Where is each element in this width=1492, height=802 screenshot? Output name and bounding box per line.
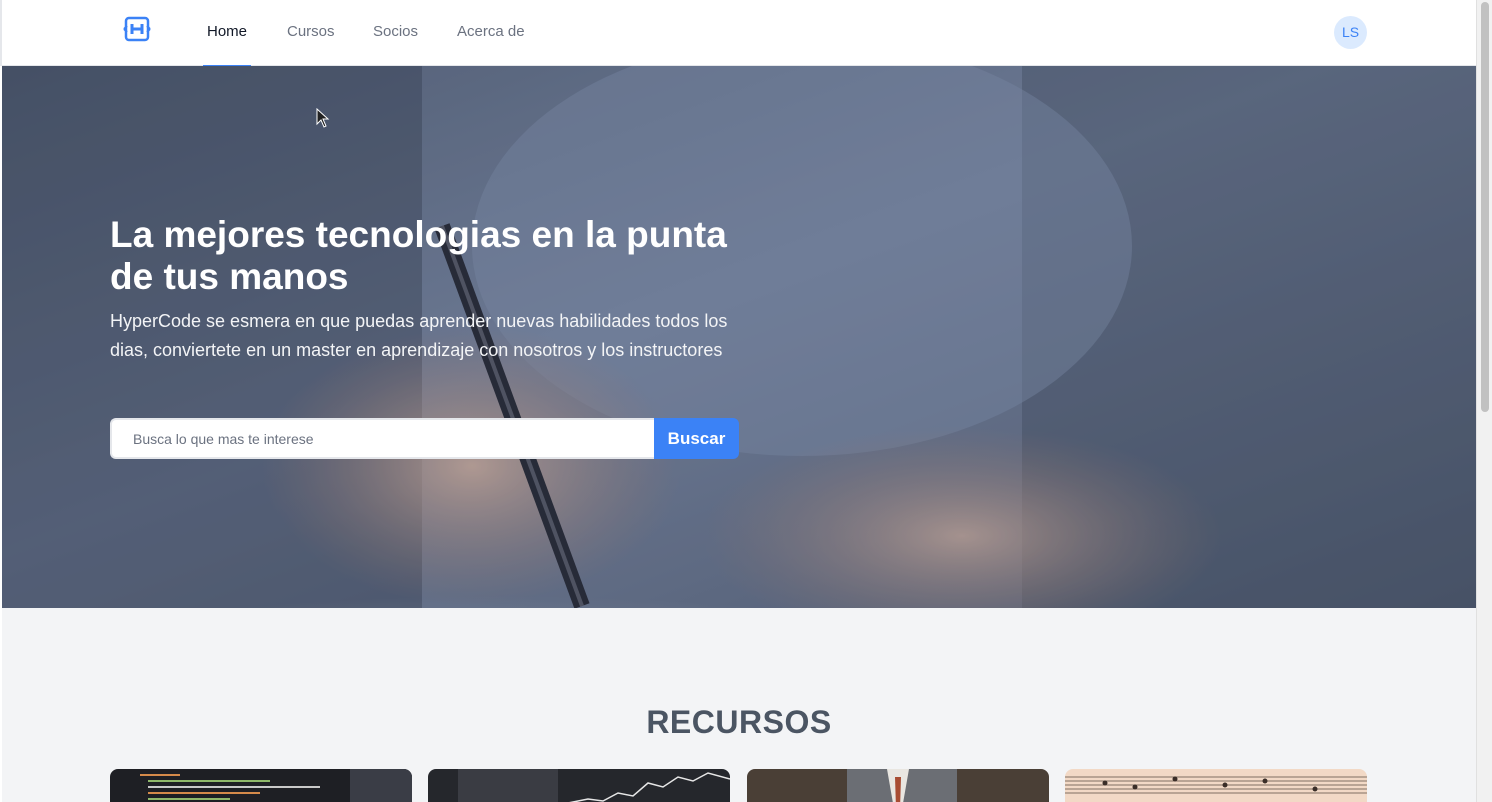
- user-avatar[interactable]: LS: [1334, 16, 1367, 49]
- nav-link-home[interactable]: Home: [202, 0, 252, 67]
- sheet-music-image: [1065, 769, 1367, 802]
- hero-search-bar: Buscar: [110, 418, 740, 459]
- resource-card-business[interactable]: [747, 769, 1049, 802]
- hypercode-logo-icon[interactable]: [123, 16, 151, 42]
- hero-subtitle: HyperCode se esmera en que puedas aprend…: [110, 311, 728, 360]
- resource-card-finance[interactable]: [428, 769, 730, 802]
- hero-title: La mejores tecnologias en la punta de tu…: [110, 214, 727, 297]
- resources-title: RECURSOS: [646, 704, 832, 740]
- top-navbar: Home Cursos Socios Acerca de LS: [0, 0, 1476, 67]
- code-editor-image: [110, 769, 412, 802]
- business-person-image: [747, 769, 1049, 802]
- resources-section: RECURSOS: [2, 608, 1476, 802]
- resource-card-music[interactable]: [1065, 769, 1367, 802]
- nav-link-cursos[interactable]: Cursos: [287, 0, 335, 66]
- search-input[interactable]: [110, 418, 655, 459]
- search-button[interactable]: Buscar: [654, 418, 739, 459]
- hero-section: La mejores tecnologias en la punta de tu…: [2, 66, 1476, 608]
- page-scrollbar[interactable]: [1476, 0, 1492, 802]
- scrollbar-thumb[interactable]: [1481, 2, 1489, 412]
- nav-link-socios[interactable]: Socios: [373, 0, 418, 66]
- stock-chart-image: [428, 769, 730, 802]
- nav-link-acerca-de[interactable]: Acerca de: [457, 0, 525, 66]
- resource-card-code[interactable]: [110, 769, 412, 802]
